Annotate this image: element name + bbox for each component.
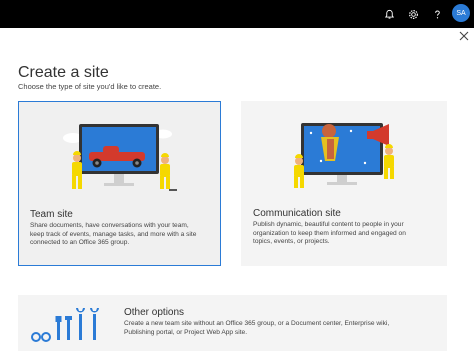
communication-site-desc-line: organization to keep them informed and e… <box>253 229 406 237</box>
other-options-desc-line: Create a new team site without an Office… <box>124 320 390 327</box>
team-site-title: Team site <box>30 209 73 220</box>
team-site-illustration <box>63 124 177 191</box>
communication-site-title: Communication site <box>253 208 341 219</box>
other-options-card[interactable]: Other options Create a new team site wit… <box>18 295 447 351</box>
team-site-desc-line: keep track of events, manage tasks, and … <box>30 230 197 238</box>
other-options-description: Create a new team site without an Office… <box>124 320 442 337</box>
page-subtitle: Choose the type of site you'd like to cr… <box>18 82 162 91</box>
team-site-card[interactable]: Team site Share documents, have conversa… <box>18 101 221 266</box>
communication-site-description: Publish dynamic, beautiful content to pe… <box>253 221 443 247</box>
tools-icon <box>31 308 99 342</box>
bell-icon[interactable] <box>380 5 398 23</box>
gear-icon[interactable] <box>404 5 422 23</box>
communication-site-desc-line: Publish dynamic, beautiful content to pe… <box>253 221 404 228</box>
close-icon[interactable] <box>457 30 471 44</box>
team-site-desc-line: connected to an Office 365 group. <box>30 239 130 247</box>
other-options-desc-line: Publishing portal, or Project Web App si… <box>124 328 248 336</box>
top-bar: SA <box>0 0 474 28</box>
help-icon[interactable] <box>428 5 446 23</box>
communication-site-desc-line: topics, events, or projects. <box>253 238 330 246</box>
page-title: Create a site <box>18 64 109 81</box>
other-options-title: Other options <box>124 307 185 318</box>
team-site-desc-line: Share documents, have conversations with… <box>30 222 189 229</box>
team-site-description: Share documents, have conversations with… <box>30 222 220 248</box>
communication-site-illustration <box>294 123 394 188</box>
communication-site-card[interactable]: Communication site Publish dynamic, beau… <box>241 101 447 266</box>
avatar[interactable]: SA <box>452 4 470 22</box>
